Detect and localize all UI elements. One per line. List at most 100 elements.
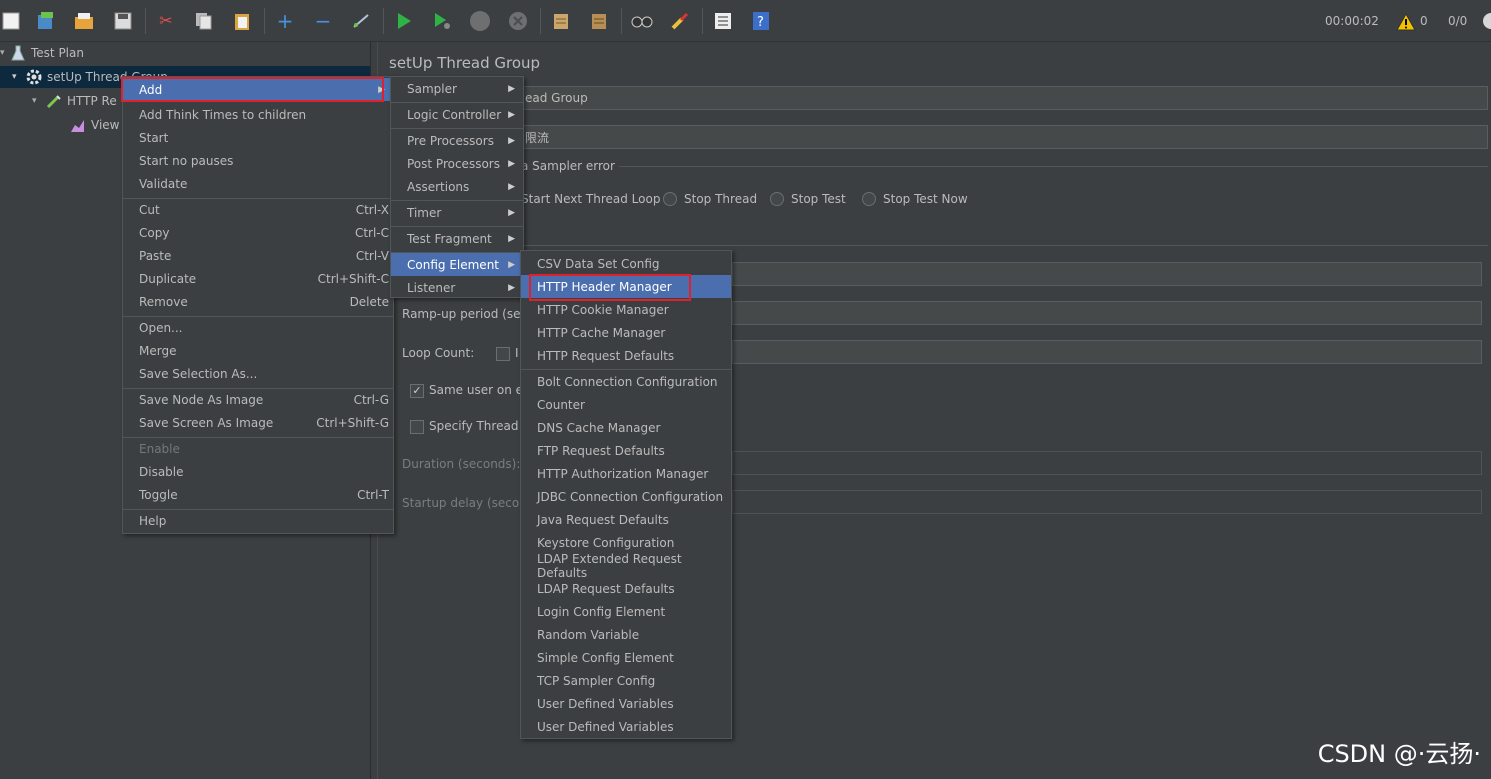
start-icon[interactable] — [393, 10, 415, 32]
menu-item-save-selection[interactable]: Save Selection As... — [123, 362, 393, 385]
menu-item-http-cookie-manager[interactable]: HTTP Cookie Manager — [521, 298, 731, 321]
stop-icon[interactable] — [469, 10, 491, 32]
menu-item-timer[interactable]: Timer ▶ — [391, 201, 523, 224]
menu-item-paste[interactable]: Paste Ctrl-V — [123, 244, 393, 267]
same-user-checkbox[interactable]: ✓ — [410, 384, 424, 398]
reset-search-icon[interactable] — [669, 10, 691, 32]
menu-item-logic-controller[interactable]: Logic Controller ▶ — [391, 103, 523, 126]
menu-item-java-request-defaults[interactable]: Java Request Defaults — [521, 508, 731, 531]
menu-item-merge[interactable]: Merge — [123, 339, 393, 362]
menu-item-label: JDBC Connection Configuration — [537, 489, 724, 504]
templates-icon[interactable] — [35, 10, 57, 32]
menu-item-jdbc-connection-configuration[interactable]: JDBC Connection Configuration — [521, 485, 731, 508]
shutdown-icon[interactable] — [507, 10, 529, 32]
expand-icon[interactable]: + — [274, 10, 296, 32]
duration-input[interactable] — [732, 451, 1482, 475]
menu-item-simple-config-element[interactable]: Simple Config Element — [521, 646, 731, 669]
menu-item-pre-processors[interactable]: Pre Processors ▶ — [391, 129, 523, 152]
paste-icon[interactable] — [231, 10, 253, 32]
menu-item-counter[interactable]: Counter — [521, 393, 731, 416]
help-icon[interactable]: ? — [750, 10, 772, 32]
tree-item-test-plan[interactable]: ▾ Test Plan — [0, 42, 84, 64]
menu-item-toggle[interactable]: Toggle Ctrl-T — [123, 483, 393, 506]
menu-item-random-variable[interactable]: Random Variable — [521, 623, 731, 646]
menu-item-save-node-image[interactable]: Save Node As Image Ctrl-G — [123, 388, 393, 411]
menu-item-post-processors[interactable]: Post Processors ▶ — [391, 152, 523, 175]
elapsed-time: 00:00:02 — [1325, 14, 1379, 28]
menu-item-test-fragment[interactable]: Test Fragment ▶ — [391, 227, 523, 250]
stop-thread-radio[interactable] — [663, 192, 677, 206]
menu-item-tcp-sampler-config[interactable]: TCP Sampler Config — [521, 669, 731, 692]
expand-arrow-icon[interactable]: ▾ — [0, 48, 10, 58]
menu-item-bolt-connection-configuration[interactable]: Bolt Connection Configuration — [521, 370, 731, 393]
log-icon[interactable] — [1478, 10, 1491, 32]
stop-test-radio[interactable] — [770, 192, 784, 206]
toggle-icon[interactable] — [350, 10, 372, 32]
menu-item-http-request-defaults[interactable]: HTTP Request Defaults — [521, 344, 731, 367]
menu-item-listener[interactable]: Listener ▶ — [391, 276, 523, 299]
warning-icon[interactable] — [1395, 11, 1417, 33]
menu-item-duplicate[interactable]: Duplicate Ctrl+Shift-C — [123, 267, 393, 290]
menu-item-open[interactable]: Open... — [123, 316, 393, 339]
menu-item-http-authorization-manager[interactable]: HTTP Authorization Manager — [521, 462, 731, 485]
clear-all-icon[interactable] — [588, 10, 610, 32]
menu-item-csv-data-set-config[interactable]: CSV Data Set Config — [521, 252, 731, 275]
infinite-checkbox[interactable] — [496, 347, 510, 361]
collapse-icon[interactable]: − — [312, 10, 334, 32]
name-field[interactable]: ead Group — [388, 86, 1488, 110]
chevron-right-icon: ▶ — [508, 282, 515, 293]
menu-item-ldap-request-defaults[interactable]: LDAP Request Defaults — [521, 577, 731, 600]
ramp-up-input[interactable] — [732, 301, 1482, 325]
menu-item-dns-cache-manager[interactable]: DNS Cache Manager — [521, 416, 731, 439]
comments-field[interactable]: 限流 — [388, 125, 1488, 149]
search-icon[interactable] — [631, 10, 653, 32]
stop-test-now-radio[interactable] — [862, 192, 876, 206]
open-icon[interactable] — [73, 10, 95, 32]
startup-delay-input[interactable] — [732, 490, 1482, 514]
menu-item-label: Paste — [139, 248, 172, 263]
menu-item-label: Toggle — [139, 487, 178, 502]
menu-item-label: Config Element — [407, 257, 499, 272]
menu-item-http-cache-manager[interactable]: HTTP Cache Manager — [521, 321, 731, 344]
menu-item-ftp-request-defaults[interactable]: FTP Request Defaults — [521, 439, 731, 462]
clear-icon[interactable] — [550, 10, 572, 32]
menu-item-add[interactable]: Add ▶ — [123, 78, 393, 101]
specify-lifetime-checkbox[interactable] — [410, 420, 424, 434]
menu-item-sampler[interactable]: Sampler ▶ — [391, 77, 523, 100]
menu-item-ldap-extended-request-defaults[interactable]: LDAP Extended Request Defaults — [521, 552, 731, 580]
cut-icon[interactable]: ✂ — [155, 10, 177, 32]
copy-icon[interactable] — [193, 10, 215, 32]
menu-item-copy[interactable]: Copy Ctrl-C — [123, 221, 393, 244]
menu-item-config-element[interactable]: Config Element ▶ — [391, 253, 523, 276]
chevron-right-icon: ▶ — [508, 109, 515, 120]
pipette-icon — [46, 93, 62, 109]
start-no-pauses-icon[interactable] — [431, 10, 453, 32]
new-icon[interactable] — [0, 10, 22, 32]
menu-item-start[interactable]: Start — [123, 126, 393, 149]
menu-item-help[interactable]: Help — [123, 509, 393, 532]
same-user-label: Same user on ea — [429, 383, 531, 397]
expand-arrow-icon[interactable]: ▾ — [32, 96, 46, 106]
menu-item-label: Add Think Times to children — [139, 107, 307, 122]
menu-item-remove[interactable]: Remove Delete — [123, 290, 393, 313]
menu-item-cut[interactable]: Cut Ctrl-X — [123, 198, 393, 221]
expand-arrow-icon[interactable]: ▾ — [12, 72, 26, 82]
menu-item-login-config-element[interactable]: Login Config Element — [521, 600, 731, 623]
menu-item-assertions[interactable]: Assertions ▶ — [391, 175, 523, 198]
menu-item-save-screen-image[interactable]: Save Screen As Image Ctrl+Shift-G — [123, 411, 393, 434]
tree-item-view-results[interactable]: View — [70, 114, 119, 136]
menu-item-start-no-pauses[interactable]: Start no pauses — [123, 149, 393, 172]
tree-item-http-request[interactable]: ▾ HTTP Re — [32, 90, 117, 112]
loop-count-input[interactable] — [732, 340, 1482, 364]
save-icon[interactable] — [112, 10, 134, 32]
menu-item-user-defined-variables[interactable]: User Defined Variables — [521, 692, 731, 715]
start-next-loop-label[interactable]: Start Next Thread Loop — [521, 192, 660, 206]
threads-input[interactable] — [732, 262, 1482, 286]
menu-item-add-think-times[interactable]: Add Think Times to children — [123, 103, 393, 126]
menu-item-shortcut: Ctrl-G — [353, 392, 389, 407]
function-helper-icon[interactable] — [712, 10, 734, 32]
menu-item-disable[interactable]: Disable — [123, 460, 393, 483]
menu-item-http-header-manager[interactable]: HTTP Header Manager — [521, 275, 731, 298]
menu-item-validate[interactable]: Validate — [123, 172, 393, 195]
menu-item-user-defined-variables-2[interactable]: User Defined Variables — [521, 715, 731, 738]
